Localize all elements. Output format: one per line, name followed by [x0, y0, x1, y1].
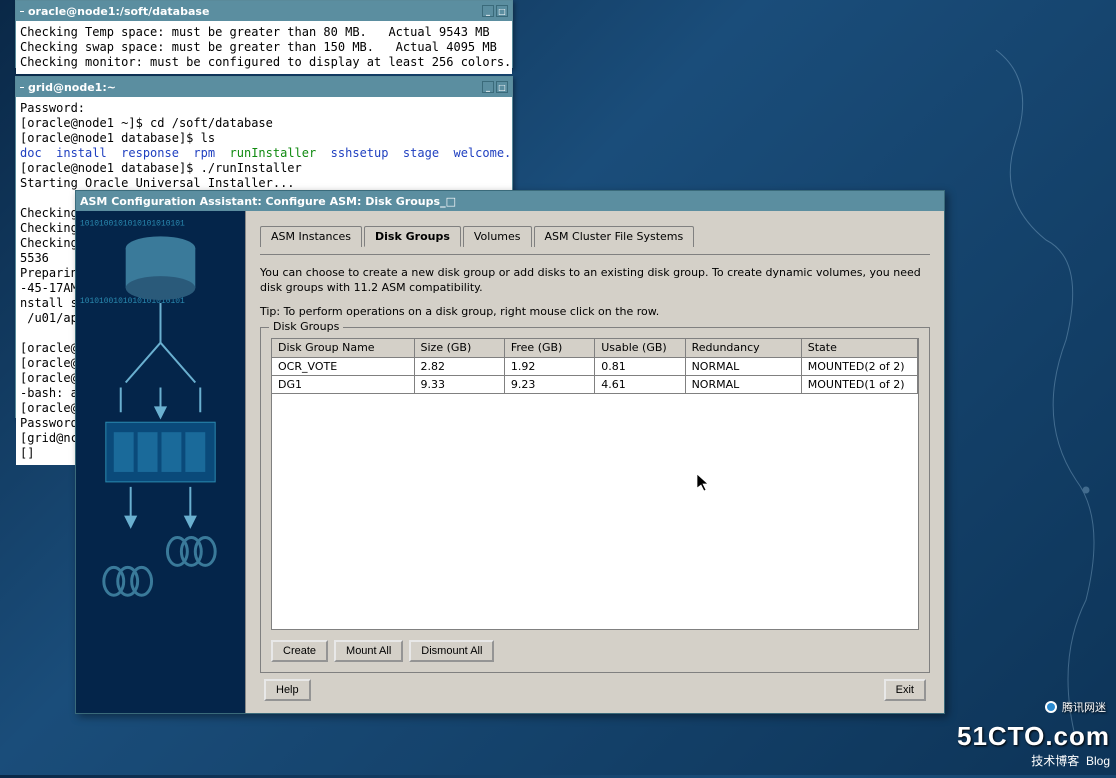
site-watermark: 51CTO.com 技术博客 Blog: [957, 721, 1110, 769]
tab-volumes[interactable]: Volumes: [463, 226, 532, 247]
col-redund[interactable]: Redundancy: [685, 339, 801, 357]
terminal2-titlebar[interactable]: grid@node1:~ _ □: [16, 77, 512, 97]
mount-all-button[interactable]: Mount All: [334, 640, 403, 662]
col-free[interactable]: Free (GB): [504, 339, 594, 357]
disk-groups-table[interactable]: Disk Group Name Size (GB) Free (GB) Usab…: [272, 339, 918, 394]
maximize-icon[interactable]: □: [496, 5, 508, 17]
disk-groups-table-wrap[interactable]: Disk Group Name Size (GB) Free (GB) Usab…: [271, 338, 919, 630]
terminal2-title: grid@node1:~: [28, 81, 116, 94]
disk-group-buttons: Create Mount All Dismount All: [271, 640, 919, 662]
col-size[interactable]: Size (GB): [414, 339, 504, 357]
help-button[interactable]: Help: [264, 679, 311, 701]
groupbox-legend: Disk Groups: [269, 320, 343, 333]
asm-tabs: ASM Instances Disk Groups Volumes ASM Cl…: [260, 225, 930, 246]
penguin-icon: [1044, 700, 1058, 714]
asm-config-window[interactable]: ASM Configuration Assistant: Configure A…: [75, 190, 945, 714]
tab-disk-groups[interactable]: Disk Groups: [364, 226, 461, 247]
col-state[interactable]: State: [801, 339, 917, 357]
minimize-icon[interactable]: _: [482, 81, 494, 93]
svg-text:1010100101010101010101: 1010100101010101010101: [80, 219, 185, 228]
terminal1-title: oracle@node1:/soft/database: [28, 5, 209, 18]
dismount-all-button[interactable]: Dismount All: [409, 640, 494, 662]
menu-icon[interactable]: [20, 11, 24, 12]
col-usable[interactable]: Usable (GB): [595, 339, 685, 357]
bottom-bar: Help Exit: [260, 679, 930, 705]
background-map: [976, 0, 1116, 775]
disk-groups-box: Disk Groups Disk Group Name Size (GB) Fr…: [260, 327, 930, 673]
col-name[interactable]: Disk Group Name: [272, 339, 414, 357]
maximize-icon[interactable]: □: [496, 81, 508, 93]
table-row[interactable]: OCR_VOTE 2.82 1.92 0.81 NORMAL MOUNTED(2…: [272, 357, 918, 375]
info-text-2: Tip: To perform operations on a disk gro…: [260, 304, 930, 319]
create-button[interactable]: Create: [271, 640, 328, 662]
tab-asm-instances[interactable]: ASM Instances: [260, 226, 362, 247]
table-row[interactable]: DG1 9.33 9.23 4.61 NORMAL MOUNTED(1 of 2…: [272, 375, 918, 393]
asm-titlebar[interactable]: ASM Configuration Assistant: Configure A…: [76, 191, 944, 211]
terminal1-titlebar[interactable]: oracle@node1:/soft/database _ □: [16, 1, 512, 21]
terminal1-body[interactable]: Checking Temp space: must be greater tha…: [16, 21, 512, 74]
exit-button[interactable]: Exit: [884, 679, 926, 701]
tab-asm-cluster-fs[interactable]: ASM Cluster File Systems: [534, 226, 695, 247]
tencent-watermark: 腾讯网迷: [1044, 699, 1106, 715]
info-text-1: You can choose to create a new disk grou…: [260, 265, 930, 296]
asm-sidebar-graphic: 1010100101010101010101 10101001010101010…: [76, 211, 246, 713]
asm-main: ASM Instances Disk Groups Volumes ASM Cl…: [246, 211, 944, 713]
minimize-icon[interactable]: _: [482, 5, 494, 17]
terminal-window-oracle[interactable]: oracle@node1:/soft/database _ □ Checking…: [15, 0, 513, 68]
maximize-icon[interactable]: □: [446, 195, 456, 208]
asm-title: ASM Configuration Assistant: Configure A…: [80, 195, 440, 208]
menu-icon[interactable]: [20, 87, 24, 88]
